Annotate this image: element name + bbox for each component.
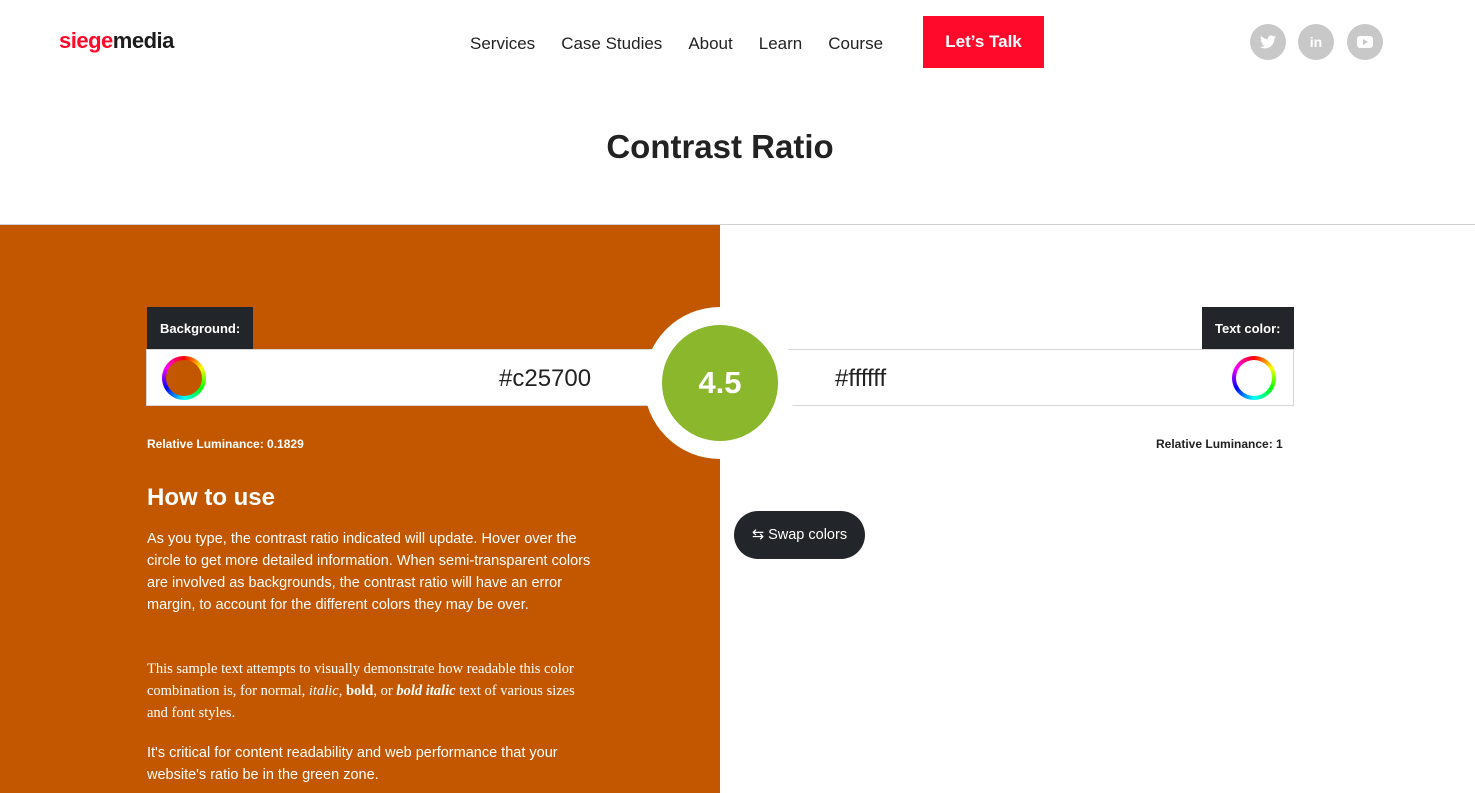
siegemedia-logo[interactable]: siegemedia	[59, 28, 174, 54]
text-color-label: Text color:	[1202, 307, 1294, 349]
background-luminance: Relative Luminance: 0.1829	[147, 437, 304, 451]
site-header: siegemedia Services Case Studies About L…	[0, 0, 1475, 86]
logo-part-siege: siege	[59, 28, 113, 53]
sample-bold: bold	[345, 683, 374, 699]
nav-learn[interactable]: Learn	[759, 34, 802, 54]
sample-sep1: ,	[338, 683, 346, 699]
lets-talk-button[interactable]: Let’s Talk	[923, 16, 1044, 68]
contrast-ratio-badge[interactable]: 4.5	[662, 325, 778, 441]
green-zone-paragraph: It's critical for content readability an…	[147, 745, 558, 783]
nav-case-studies[interactable]: Case Studies	[561, 34, 662, 54]
nav-course[interactable]: Course	[828, 34, 883, 54]
twitter-icon[interactable]	[1250, 24, 1286, 60]
background-hex-input[interactable]: #c25700	[499, 365, 591, 393]
sample-sep2: , or	[373, 683, 397, 699]
text-hex-input[interactable]: #ffffff	[835, 365, 886, 393]
text-color-panel	[720, 225, 1475, 793]
nav-services[interactable]: Services	[470, 34, 535, 54]
nav-about[interactable]: About	[688, 34, 732, 54]
youtube-icon[interactable]	[1347, 24, 1383, 60]
swap-colors-button[interactable]: ⇆ Swap colors	[734, 511, 865, 559]
text-color-field[interactable]: #ffffff	[774, 349, 1294, 406]
page-title: Contrast Ratio	[606, 128, 834, 165]
main-nav: Services Case Studies About Learn Course	[470, 34, 909, 54]
text-swatch	[1236, 360, 1272, 396]
background-label: Background:	[147, 307, 254, 349]
sample-bold-italic: bold italic	[396, 683, 456, 699]
sample-text-paragraph: This sample text attempts to visually de…	[147, 658, 587, 724]
sample-italic: italic	[308, 683, 339, 699]
linkedin-glyph: in	[1309, 34, 1323, 50]
logo-part-media: media	[112, 28, 175, 53]
text-color-picker-icon[interactable]	[1232, 356, 1276, 400]
linkedin-icon[interactable]: in	[1298, 24, 1334, 60]
how-to-use-paragraph: As you type, the contrast ratio indicate…	[147, 531, 591, 613]
background-swatch	[166, 360, 202, 396]
background-color-picker-icon[interactable]	[162, 356, 206, 400]
background-color-field[interactable]: #c25700	[146, 349, 666, 406]
text-luminance: Relative Luminance: 1	[1156, 437, 1283, 451]
how-to-use-heading: How to use	[147, 484, 276, 511]
